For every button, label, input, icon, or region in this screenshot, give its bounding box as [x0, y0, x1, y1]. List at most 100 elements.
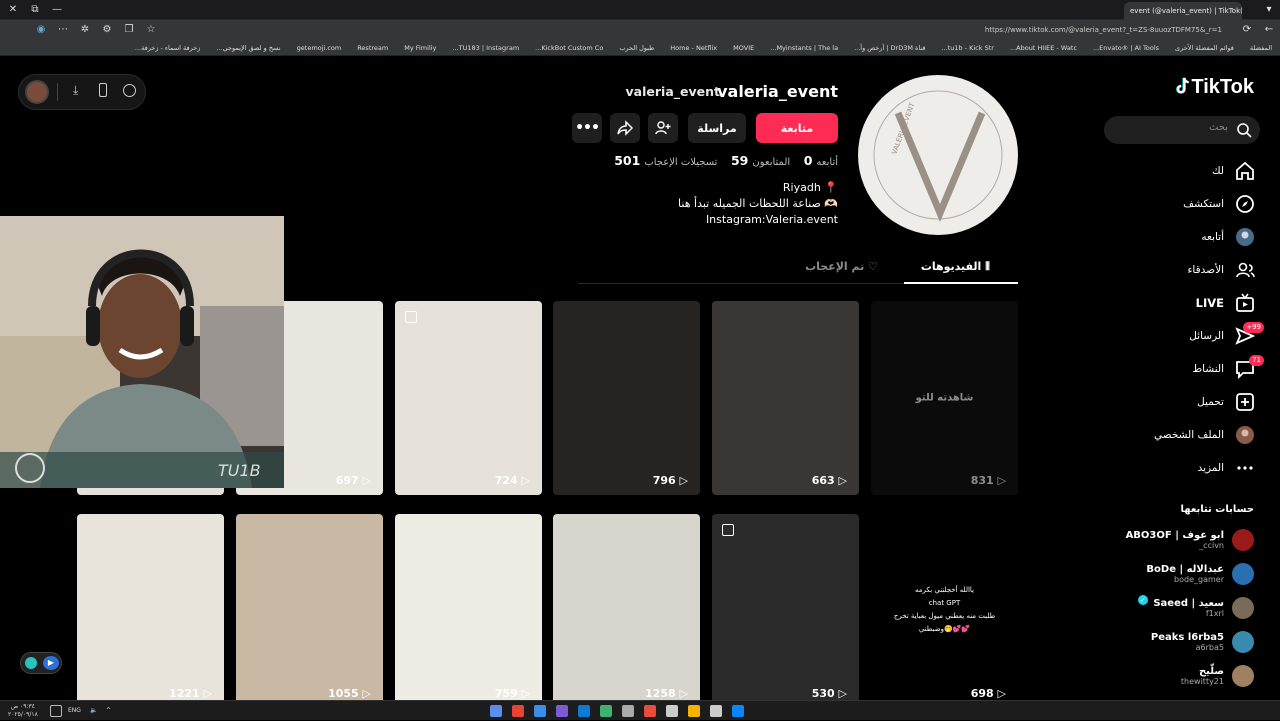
video-thumbnail[interactable]: 663 ▷ — [712, 301, 859, 495]
language-indicator[interactable]: ENG — [68, 701, 81, 721]
back-icon[interactable]: ← — [1258, 20, 1280, 40]
taskbar-app-icon[interactable] — [534, 705, 546, 717]
bookmark-item[interactable]: Myinstants | The la... — [762, 40, 846, 55]
followers-count[interactable]: 59 — [731, 153, 748, 168]
likes-label: تسجيلات الإعجاب — [644, 157, 718, 168]
tiktok-logo[interactable]: TikTok — [1171, 76, 1254, 99]
taskbar-app-icon[interactable] — [732, 705, 744, 717]
view-count: 1258 ▷ — [645, 687, 688, 700]
sidebar-item-9[interactable]: المزيد — [1096, 451, 1256, 484]
tab-liked[interactable]: تم الإعجاب ♡ — [805, 260, 878, 273]
bookmark-item[interactable]: About HIIEE - Watc... — [1002, 40, 1085, 55]
taskbar-app-icon[interactable] — [490, 705, 502, 717]
search-input[interactable]: بحث — [1104, 116, 1260, 144]
notification-icon[interactable] — [50, 705, 62, 717]
url-field[interactable]: https://www.tiktok.com/@valeria_event?_t… — [602, 23, 1222, 37]
video-thumbnail[interactable]: 1221 ▷ — [77, 514, 224, 700]
recording-widget[interactable]: ▶ — [20, 652, 62, 674]
search-icon[interactable] — [1236, 122, 1252, 138]
profile-avatar-icon — [1234, 424, 1256, 446]
record-status-icon — [25, 657, 37, 669]
followed-account[interactable]: صلّيح thewitty21 — [1064, 659, 1254, 693]
bookmark-item[interactable]: My Fimiliy — [396, 40, 444, 55]
video-thumbnail[interactable]: 724 ▷ — [395, 301, 542, 495]
bookmark-item[interactable]: KickBot Custom Co... — [527, 40, 611, 55]
taskbar-app-icon[interactable] — [666, 705, 678, 717]
copilot-icon[interactable]: ◉ — [30, 20, 52, 40]
bookmark-item[interactable]: MOVIE — [725, 40, 762, 55]
user-avatar[interactable] — [25, 80, 49, 104]
minimize-window-icon[interactable]: — — [46, 0, 68, 20]
extensions-icon[interactable]: ✲ — [74, 20, 96, 40]
collections-icon[interactable]: ❐ — [118, 20, 140, 40]
bookmark-item[interactable]: طبول الحرب — [611, 40, 662, 55]
followed-account[interactable]: BoDe | عبدالاله bode_gamer — [1064, 557, 1254, 591]
video-thumbnail[interactable]: ياالله أخجلتني بكرمه chat GPT طلبت منه يعط… — [871, 514, 1018, 700]
video-thumbnail[interactable]: 1055 ▷ — [236, 514, 383, 700]
sidebar-item-7[interactable]: تحميل — [1096, 385, 1256, 418]
profile-avatar[interactable]: VALERIA EVENT — [858, 75, 1018, 235]
taskbar-app-icon[interactable] — [556, 705, 568, 717]
tray-expand-icon[interactable]: ^ — [106, 701, 111, 721]
taskbar-app-icon[interactable] — [644, 705, 656, 717]
taskbar-app-icon[interactable] — [688, 705, 700, 717]
download-icon[interactable]: ⤓ — [73, 83, 78, 98]
bookmark-item[interactable]: TU183 | Instagram... — [444, 40, 527, 55]
tab-list-icon[interactable]: ▾ — [1258, 0, 1280, 20]
video-thumbnail[interactable]: شاهدته للتو 831 ▷ — [871, 301, 1018, 495]
bookmark-item[interactable]: المفضلة — [1242, 40, 1280, 55]
refresh-icon[interactable]: ⟳ — [1236, 20, 1258, 40]
sidebar-item-8[interactable]: الملف الشخصي — [1096, 418, 1256, 451]
bookmark-item[interactable]: Envato® | AI Tools... — [1085, 40, 1167, 55]
suggested-accounts-button[interactable] — [648, 113, 678, 143]
taskbar-app-icon[interactable] — [512, 705, 524, 717]
taskbar-app-icon[interactable] — [622, 705, 634, 717]
taskbar-app-icon[interactable] — [578, 705, 590, 717]
bookmark-item[interactable]: نسخ و لصق الإيموجي... — [208, 40, 288, 55]
video-thumbnail[interactable]: 759 ▷ — [395, 514, 542, 700]
sidebar-item-3[interactable]: الأصدقاء — [1096, 253, 1256, 286]
more-options-button[interactable]: ••• — [572, 113, 602, 143]
restore-window-icon[interactable]: ⧉ — [24, 0, 46, 20]
volume-icon[interactable]: 🔈 — [90, 701, 97, 721]
sidebar-item-4[interactable]: LIVE — [1096, 286, 1256, 319]
followed-account[interactable]: ABO3OF | ابو عوف _ccivn — [1064, 523, 1254, 557]
view-count-value: 796 — [652, 474, 676, 487]
video-thumbnail[interactable]: 796 ▷ — [553, 301, 700, 495]
sidebar-item-0[interactable]: لك — [1096, 154, 1256, 187]
followed-account[interactable]: ✓ Saeed | سعيد f1xrl — [1064, 591, 1254, 625]
follow-button[interactable]: متابعة — [756, 113, 838, 143]
favorites-icon[interactable]: ☆ — [140, 20, 162, 40]
clock[interactable]: ٠٩:٣٤ ص ٢٠٢٥/٠٩/١٨ — [8, 703, 38, 719]
browser-tab-active[interactable]: event (@valeria_event) | TikTok(71) — [1124, 2, 1242, 20]
taskbar-app-icon[interactable] — [600, 705, 612, 717]
sidebar-item-5[interactable]: الرسائل +99 — [1096, 319, 1264, 352]
followed-account[interactable]: Peaks l6rba5 a6rba5 — [1064, 625, 1254, 659]
bookmark-item[interactable]: tu1b - Kick Str... — [934, 40, 1002, 55]
sidebar-item-2[interactable]: أتابعه — [1096, 220, 1256, 253]
close-window-icon[interactable]: ✕ — [2, 0, 24, 20]
tab-videos[interactable]: الفيديوهات ⦀ — [921, 260, 990, 274]
bookmark-item[interactable]: قوائم المفضلة الأخرى — [1167, 40, 1242, 55]
account-handle: a6rba5 — [1195, 643, 1224, 652]
message-button[interactable]: مراسلة — [688, 113, 746, 143]
bookmark-item[interactable]: زخرفة اسماء - زخرفة... — [127, 40, 208, 55]
sidebar-item-6[interactable]: النشاط 71 — [1096, 352, 1264, 385]
bookmark-item[interactable]: قناة DrD3M | أرخص وأ... — [846, 40, 933, 55]
following-count[interactable]: 0 — [804, 153, 813, 168]
phone-icon[interactable] — [99, 83, 107, 97]
compass-icon[interactable] — [123, 84, 136, 97]
play-icon[interactable]: ▶ — [43, 656, 59, 670]
share-button[interactable] — [610, 113, 640, 143]
menu-icon[interactable]: ⋯ — [52, 20, 74, 40]
bookmark-item[interactable]: Home - Netflix — [662, 40, 725, 55]
bookmark-item[interactable]: getemoji.com — [289, 40, 350, 55]
taskbar-app-icon[interactable] — [710, 705, 722, 717]
settings-icon[interactable]: ⚙ — [96, 20, 118, 40]
video-thumbnail[interactable]: 1258 ▷ — [553, 514, 700, 700]
view-count-value: 1258 — [645, 687, 676, 700]
bookmark-item[interactable]: Restream — [349, 40, 396, 55]
account-handle: bode_gamer — [1174, 575, 1224, 584]
sidebar-item-1[interactable]: استكشف — [1096, 187, 1256, 220]
video-thumbnail[interactable]: 530 ▷ — [712, 514, 859, 700]
